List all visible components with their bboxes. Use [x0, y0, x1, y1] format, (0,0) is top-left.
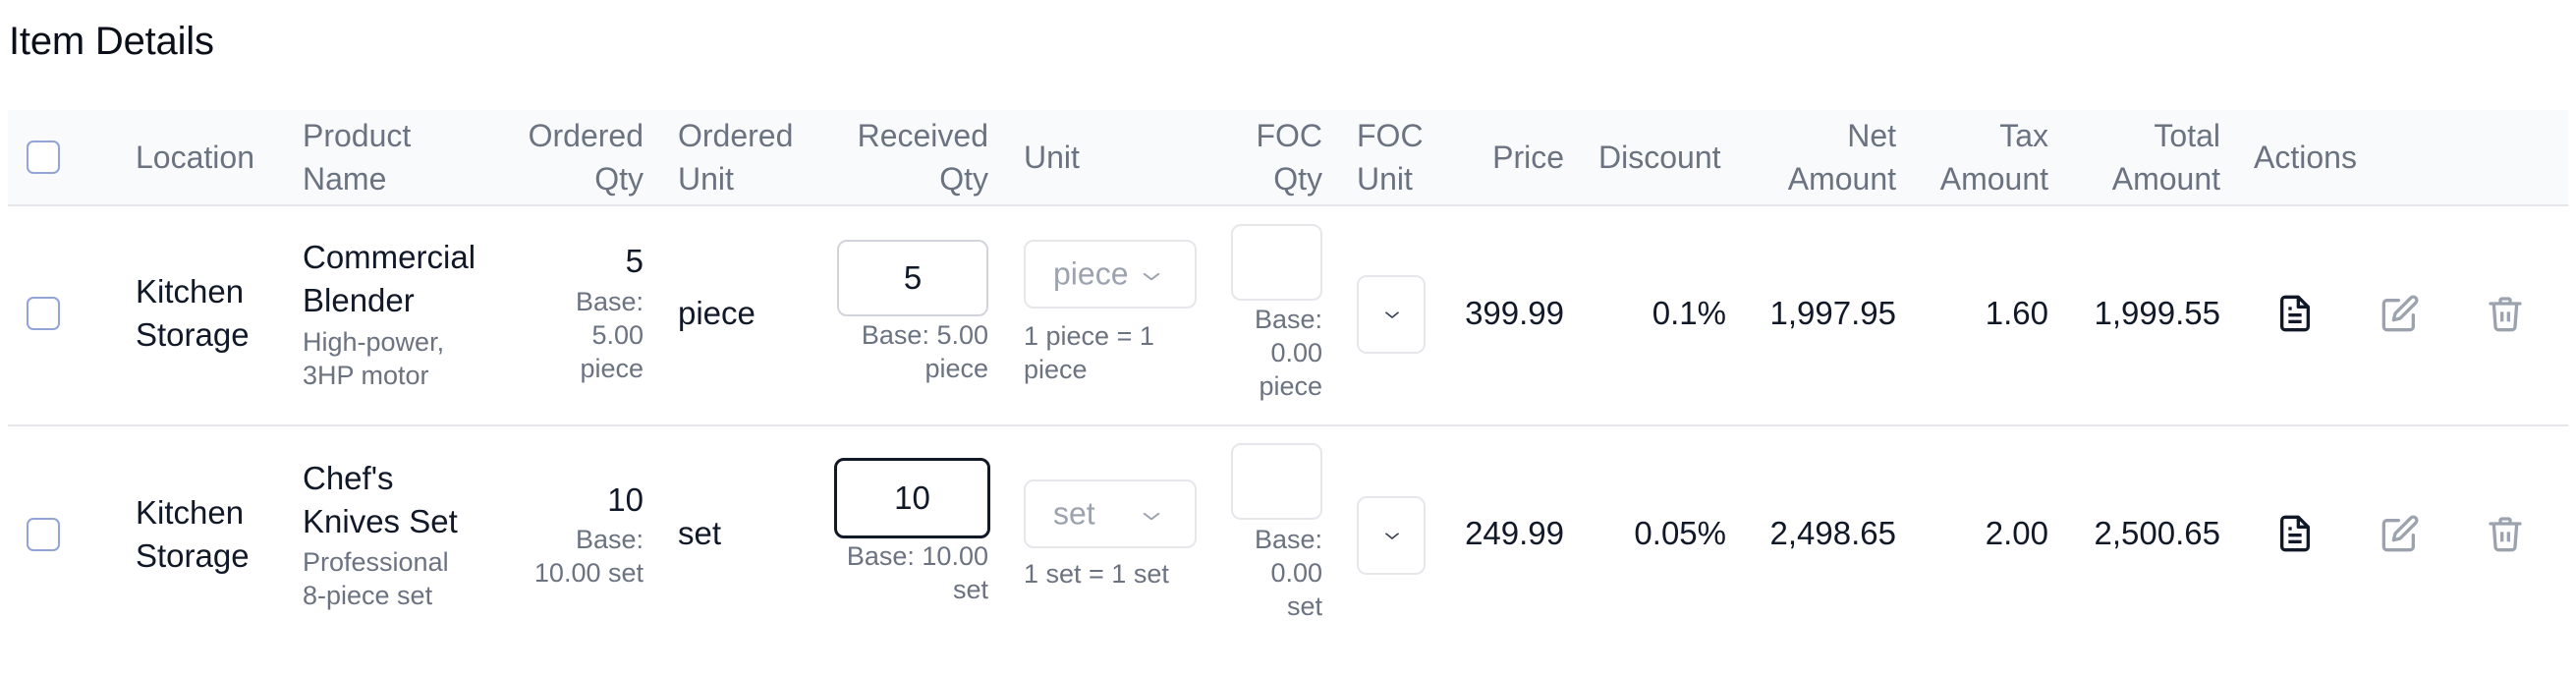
chevron-down-icon [1143, 273, 1160, 281]
foc-qty-input[interactable] [1231, 443, 1322, 520]
header-product-name-line1: Product [303, 118, 412, 153]
header-received-qty-line2: Qty [939, 161, 988, 197]
ordered-unit: set [678, 515, 722, 551]
row-checkbox[interactable] [27, 518, 60, 551]
trash-icon[interactable] [2486, 294, 2525, 333]
price: 399.99 [1465, 295, 1564, 331]
chevron-down-icon [1385, 533, 1399, 539]
header-net-amount-line1: Net [1847, 118, 1896, 153]
row-checkbox[interactable] [27, 297, 60, 330]
product-name-line2: Blender [303, 282, 415, 318]
trash-icon[interactable] [2486, 514, 2525, 553]
product-description-line1: Professional [303, 547, 449, 577]
ordered-base-line3: piece [580, 354, 644, 383]
row-divider [8, 424, 2568, 426]
total-amount: 2,500.65 [2094, 515, 2220, 551]
product-name-line1: Commercial [303, 239, 476, 275]
header-foc-qty-line2: Qty [1273, 161, 1322, 197]
net-amount: 2,498.65 [1769, 515, 1896, 551]
header-ordered-unit-line1: Ordered [678, 118, 794, 153]
header-price: Price [1492, 140, 1564, 175]
header-discount: Discount [1598, 140, 1721, 175]
received-base-line1: Base: 5.00 [861, 320, 988, 350]
header-foc-unit-line2: Unit [1357, 161, 1413, 197]
header-foc-qty-line1: FOC [1256, 118, 1322, 153]
location-line1: Kitchen [136, 494, 245, 531]
received-base-line2: set [952, 575, 988, 604]
foc-base-line1: Base: [1254, 525, 1322, 554]
header-total-amount-line2: Amount [2111, 161, 2220, 197]
edit-icon[interactable] [2380, 294, 2420, 333]
chevron-down-icon [1143, 513, 1160, 521]
foc-base-line2: 0.00 [1270, 558, 1322, 588]
ordered-qty: 5 [625, 243, 644, 279]
unit-conversion-line1: 1 set = 1 set [1024, 559, 1169, 589]
location-line2: Storage [136, 316, 250, 353]
product-description-line2: 3HP motor [303, 361, 429, 390]
ordered-base-line1: Base: [575, 287, 644, 316]
received-qty-input[interactable] [834, 458, 990, 538]
select-all-checkbox[interactable] [27, 141, 60, 174]
header-tax-amount-line1: Tax [1999, 118, 2048, 153]
ordered-base-line2: 5.00 [591, 320, 644, 350]
foc-base-line3: set [1286, 592, 1322, 621]
location-line1: Kitchen [136, 273, 245, 310]
header-received-qty-line1: Received [857, 118, 988, 153]
unit-conversion-line2: piece [1024, 355, 1088, 384]
header-net-amount-line2: Amount [1787, 161, 1896, 197]
price: 249.99 [1465, 515, 1564, 551]
location-line2: Storage [136, 537, 250, 574]
unit-select-value: set [1053, 495, 1095, 532]
ordered-qty: 10 [607, 481, 644, 518]
header-total-amount-line1: Total [2154, 118, 2220, 153]
tax-amount: 1.60 [1985, 295, 2048, 331]
unit-select[interactable]: piece [1024, 240, 1197, 309]
chevron-down-icon [1385, 311, 1399, 318]
foc-base-line3: piece [1259, 371, 1322, 401]
ordered-base-line2: 10.00 set [533, 558, 644, 588]
header-actions: Actions [2254, 140, 2357, 175]
header-product-name-line2: Name [303, 161, 387, 197]
foc-unit-select[interactable] [1357, 275, 1426, 354]
header-ordered-qty-line1: Ordered [528, 118, 644, 153]
header-foc-unit-line1: FOC [1357, 118, 1424, 153]
foc-base-line1: Base: [1254, 305, 1322, 334]
foc-qty-input[interactable] [1231, 224, 1322, 301]
product-name-line2: Knives Set [303, 503, 458, 539]
unit-conversion-line1: 1 piece = 1 [1024, 321, 1154, 351]
edit-icon[interactable] [2380, 514, 2420, 553]
total-amount: 1,999.55 [2094, 295, 2220, 331]
product-description-line1: High-power, [303, 327, 445, 357]
ordered-base-line1: Base: [575, 525, 644, 554]
unit-select-value: piece [1053, 255, 1129, 292]
received-base-line2: piece [924, 354, 988, 383]
tax-amount: 2.00 [1985, 515, 2048, 551]
foc-base-line2: 0.00 [1270, 338, 1322, 367]
ordered-unit: piece [678, 295, 756, 331]
received-qty-input[interactable] [837, 240, 988, 316]
header-tax-amount-line2: Amount [1939, 161, 2048, 197]
document-icon[interactable] [2275, 294, 2315, 333]
header-ordered-qty-line2: Qty [594, 161, 644, 197]
product-description-line2: 8-piece set [303, 581, 433, 610]
header-location: Location [136, 140, 254, 175]
product-name-line1: Chef's [303, 460, 394, 496]
page-title: Item Details [9, 20, 214, 63]
received-base-line1: Base: 10.00 [846, 541, 988, 571]
document-icon[interactable] [2275, 514, 2315, 553]
discount: 0.1% [1652, 295, 1726, 331]
discount: 0.05% [1634, 515, 1726, 551]
foc-unit-select[interactable] [1357, 496, 1426, 575]
header-unit: Unit [1024, 140, 1080, 175]
unit-select[interactable]: set [1024, 479, 1197, 548]
net-amount: 1,997.95 [1769, 295, 1896, 331]
header-ordered-unit-line2: Unit [678, 161, 734, 197]
